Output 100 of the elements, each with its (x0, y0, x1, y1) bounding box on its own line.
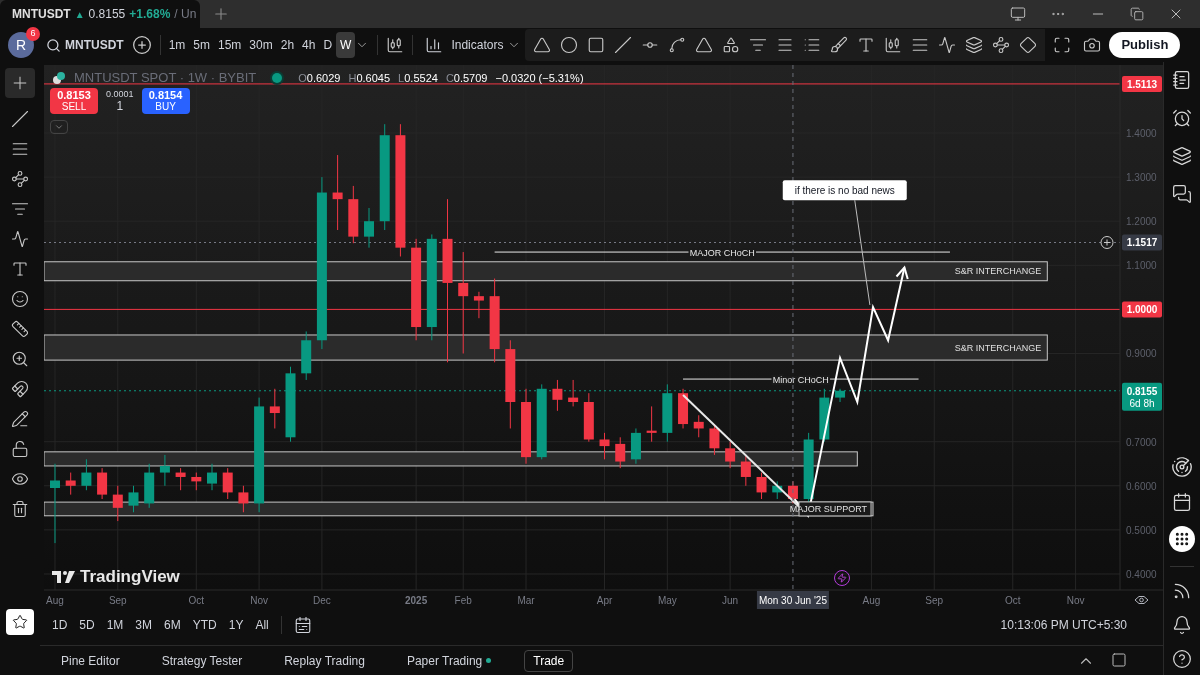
range-button[interactable]: 1Y (228, 616, 244, 634)
triangle-icon[interactable] (533, 36, 552, 54)
polyline-icon[interactable] (668, 36, 687, 54)
camera-icon[interactable] (1083, 36, 1102, 54)
publish-button[interactable]: Publish (1109, 32, 1181, 58)
candle (599, 432, 610, 460)
candlestick-icon[interactable] (884, 36, 903, 54)
lock-icon[interactable] (11, 440, 29, 458)
add-symbol-icon[interactable] (131, 35, 152, 55)
candle (662, 383, 673, 443)
range-button[interactable]: 6M (164, 616, 181, 634)
chart-tab[interactable]: MNTUSDT ▲ 0.8155 +1.68% / Un (0, 0, 200, 28)
interval-button[interactable]: 4h (298, 32, 320, 58)
range-button[interactable]: YTD (192, 616, 217, 634)
chevron-down-icon (54, 122, 64, 132)
range-button[interactable]: 5D (79, 616, 95, 634)
range-button[interactable]: All (255, 616, 269, 634)
zigzag-icon[interactable] (938, 36, 957, 54)
circle-icon[interactable] (560, 36, 579, 54)
zoom-in-icon[interactable] (11, 350, 29, 368)
price-tick: 0.4000 (1126, 569, 1157, 580)
lines-icon[interactable] (911, 36, 930, 54)
radar-icon[interactable] (1171, 456, 1193, 478)
candle (97, 467, 108, 500)
sell-button[interactable]: 0.8153 SELL (50, 88, 98, 114)
waypoints-icon[interactable] (11, 170, 29, 188)
candle (552, 379, 563, 412)
indicators-button[interactable]: Indicators (421, 36, 508, 54)
signal-icon[interactable] (1172, 581, 1192, 601)
brush-icon[interactable] (830, 36, 849, 54)
crosshair-button[interactable] (5, 68, 35, 98)
text-icon[interactable] (11, 260, 29, 278)
panel-tab[interactable]: Pine Editor (52, 649, 129, 672)
text-icon[interactable] (857, 36, 876, 54)
date-tick: Oct (188, 595, 205, 606)
ruler-icon[interactable] (11, 320, 29, 338)
interval-button[interactable]: 1m (164, 32, 190, 58)
interval-button[interactable]: D (319, 32, 337, 58)
line-icon[interactable] (614, 36, 633, 54)
chat-icon[interactable] (1172, 184, 1192, 204)
range-button[interactable]: 1M (106, 616, 124, 634)
calendar-icon[interactable] (1172, 492, 1192, 512)
alarm-clock-icon[interactable] (1172, 108, 1192, 128)
smiley-icon[interactable] (11, 290, 29, 308)
candle (348, 185, 359, 244)
range-button[interactable]: 1D (52, 616, 68, 634)
lines-icon[interactable] (749, 36, 768, 54)
list-icon[interactable] (803, 36, 822, 54)
add-icon[interactable] (1100, 236, 1114, 249)
interval-button[interactable]: 30m (245, 32, 277, 58)
interval-button[interactable]: 2h (276, 32, 299, 58)
candle (835, 388, 846, 403)
panel-tab[interactable]: Paper Trading (397, 649, 501, 672)
lines-icon[interactable] (11, 200, 29, 218)
maximize-icon[interactable] (1111, 651, 1127, 668)
apps-button[interactable] (1169, 526, 1195, 552)
price-label: 0.8155 6d 8h (1122, 382, 1162, 411)
restore-icon[interactable] (1130, 7, 1144, 21)
fullscreen-icon[interactable] (1053, 36, 1072, 54)
menu-icon[interactable] (776, 36, 795, 54)
square-icon[interactable] (587, 36, 606, 54)
date-tick: Mar (517, 595, 535, 606)
panel-tab[interactable]: Strategy Tester (152, 649, 252, 672)
help-icon[interactable] (1172, 649, 1192, 669)
buy-button[interactable]: 0.8154 BUY (141, 88, 190, 114)
eye-icon[interactable] (11, 470, 29, 488)
date-tick: Oct (1005, 595, 1021, 606)
lines-icon[interactable] (11, 140, 29, 158)
magnet-icon[interactable] (11, 380, 29, 398)
panel-tab[interactable]: Trade (524, 649, 574, 672)
monitor-icon[interactable] (1010, 6, 1026, 22)
interval-button[interactable]: 5m (189, 32, 214, 58)
candlestick-icon[interactable] (386, 36, 405, 54)
line-icon[interactable] (11, 110, 29, 128)
ohlc-value: C0.5709 (445, 70, 488, 86)
layers-icon[interactable] (1172, 146, 1192, 166)
favorite-button[interactable] (6, 609, 34, 635)
symbol-title: MNTUSDT SPOT · 1W · BYBIT (74, 69, 257, 87)
calendar-icon[interactable] (293, 616, 312, 634)
waypoints-icon[interactable] (992, 36, 1011, 54)
lightning-icon[interactable] (837, 573, 847, 583)
pencil-icon[interactable] (11, 410, 29, 428)
interval-button[interactable]: 15m (214, 32, 246, 58)
triangle-icon[interactable] (695, 36, 714, 54)
panel-tab[interactable]: Replay Trading (275, 649, 374, 672)
trash-icon[interactable] (11, 500, 29, 518)
shapes-icon[interactable] (722, 36, 741, 54)
bell-icon[interactable] (1172, 615, 1192, 635)
symbol-search[interactable]: MNTUSDT (46, 36, 124, 54)
price-tick: 1.3000 (1126, 172, 1157, 184)
zigzag-icon[interactable] (11, 230, 29, 248)
date-tick: May (657, 595, 677, 606)
watchlist-icon[interactable] (1172, 70, 1192, 90)
price-label: 1.0000 (1122, 301, 1162, 318)
ohlc-value: H0.6045 (348, 70, 391, 86)
settings-icon[interactable] (1134, 596, 1149, 604)
diamond-icon[interactable] (1019, 36, 1038, 54)
interval-button[interactable]: W (336, 32, 356, 58)
range-button[interactable]: 3M (135, 616, 153, 634)
layers-icon[interactable] (965, 36, 984, 54)
